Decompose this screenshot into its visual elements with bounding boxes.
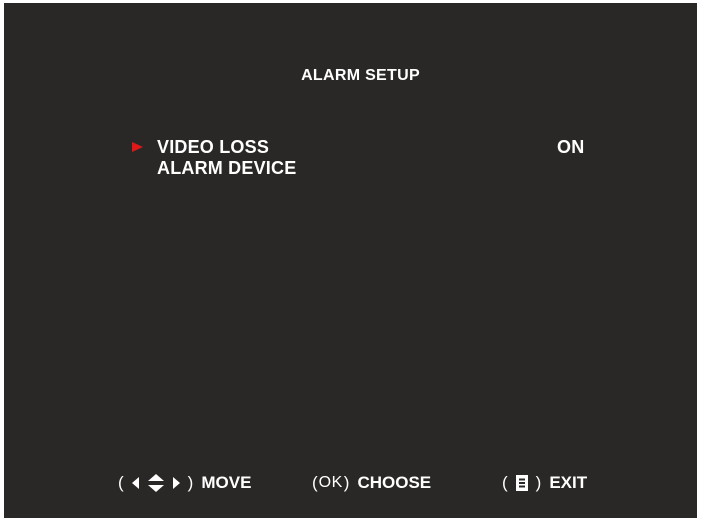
screen-title: ALARM SETUP <box>301 67 420 84</box>
menu-item-video-loss[interactable]: VIDEO LOSS ON <box>132 137 612 158</box>
hint-move: ( ) MOVE <box>118 471 251 495</box>
hint-choose: ( OK ) CHOOSE <box>312 471 431 495</box>
hint-label: MOVE <box>201 473 252 492</box>
hint-exit: ( ) EXIT <box>502 471 587 495</box>
paren-close: ) <box>535 473 542 492</box>
menu-item-label: VIDEO LOSS <box>157 137 270 157</box>
paren-open: ( <box>312 473 318 492</box>
menu-list: VIDEO LOSS ON ALARM DEVICE <box>132 137 612 179</box>
arrows-icon <box>128 472 184 494</box>
osd-screen: ALARM SETUP VIDEO LOSS ON ALARM DEVICE (… <box>4 3 697 518</box>
menu-item-value[interactable]: ON <box>557 137 584 158</box>
ok-key: OK <box>318 474 343 491</box>
menu-icon <box>515 474 529 492</box>
paren-close: ) <box>187 473 194 492</box>
paren-close: ) <box>343 473 350 492</box>
paren-open: ( <box>118 473 124 492</box>
menu-item-alarm-device[interactable]: ALARM DEVICE <box>132 158 612 179</box>
hint-label: EXIT <box>549 473 588 492</box>
selection-pointer-icon <box>132 142 143 152</box>
menu-item-label: ALARM DEVICE <box>157 158 297 178</box>
paren-open: ( <box>502 473 508 492</box>
footer-hints: ( ) MOVE ( OK ) CHOOSE () EXIT <box>4 471 697 495</box>
hint-label: CHOOSE <box>357 473 432 492</box>
